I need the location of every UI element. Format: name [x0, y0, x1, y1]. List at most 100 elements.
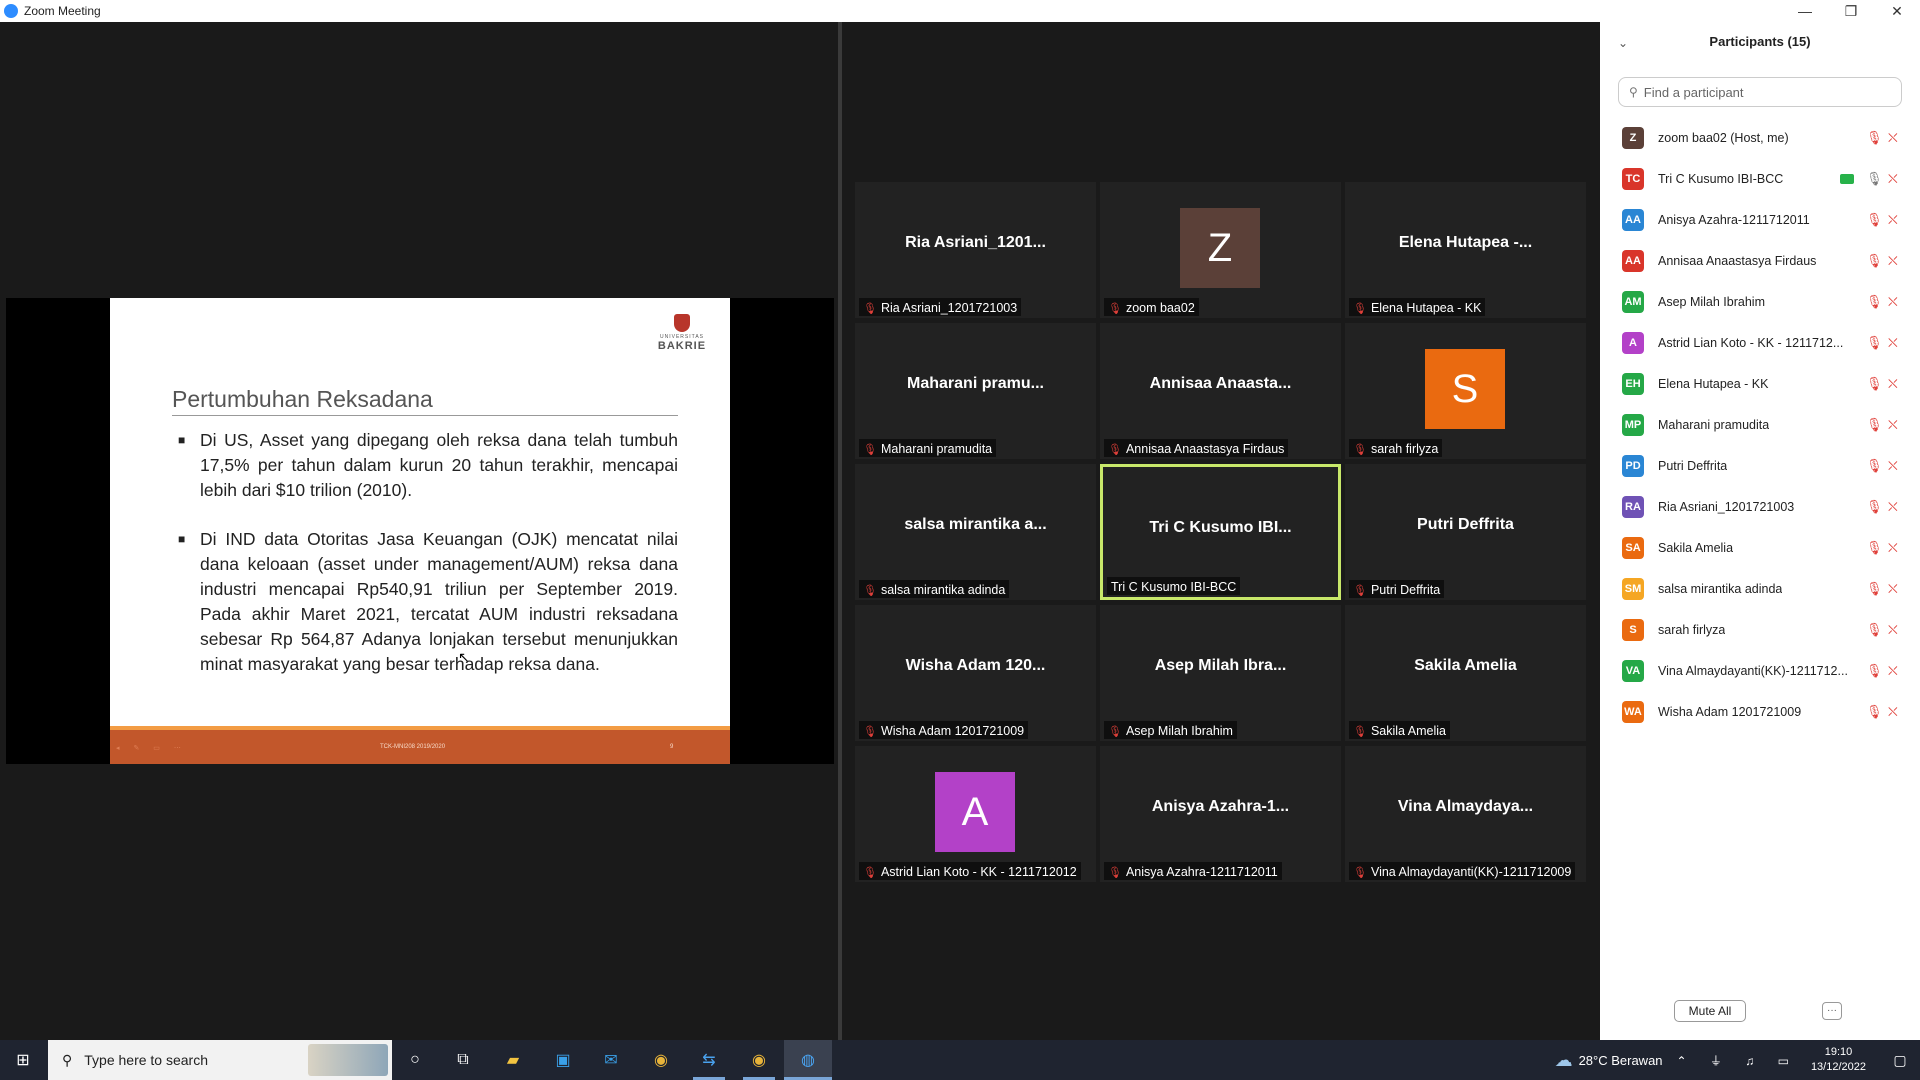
zoom-icon[interactable]: ◍ [794, 1046, 822, 1074]
video-tile[interactable]: Elena Hutapea -... 🎙 Elena Hutapea - KK [1345, 182, 1586, 318]
video-tile[interactable]: S 🎙 sarah firlyza [1345, 323, 1586, 459]
shared-slide-frame: UNIVERSITAS BAKRIE Pertumbuhan Reksadana… [6, 298, 834, 764]
mute-all-button[interactable]: Mute All [1674, 1000, 1746, 1022]
participant-row[interactable]: SA Sakila Amelia 🎙 ⛌ [1600, 527, 1920, 568]
avatar: VA [1622, 659, 1644, 682]
video-tile[interactable]: Anisya Azahra-1... 🎙 Anisya Azahra-1211712… [1100, 746, 1341, 882]
close-button[interactable]: ✕ [1874, 3, 1920, 20]
tile-name-label: 🎙 Vina Almaydayanti(KK)-1211712009 [1349, 862, 1576, 880]
participant-name: zoom baa02 (Host, me) [1658, 130, 1789, 145]
video-off-icon[interactable]: ⛌ [1888, 335, 1898, 351]
video-tile[interactable]: Annisaa Anaasta... 🎙 Annisaa Anaastasya Fi… [1100, 323, 1341, 459]
muted-mic-icon[interactable]: 🎙 [1866, 294, 1883, 310]
participant-row[interactable]: RA Ria Asriani_1201721003 🎙 ⛌ [1600, 486, 1920, 527]
video-tile[interactable]: Sakila Amelia 🎙 Sakila Amelia [1345, 605, 1586, 741]
tile-name-label: Tri C Kusumo IBI-BCC [1107, 577, 1241, 595]
video-tile[interactable]: Maharani pramu... 🎙 Maharani pramudita [855, 323, 1096, 459]
muted-mic-icon[interactable]: 🎙 [1866, 704, 1883, 720]
muted-mic-icon[interactable]: 🎙 [1866, 212, 1883, 228]
participant-row[interactable]: A Astrid Lian Koto - KK - 1211712... 🎙 ⛌ [1600, 322, 1920, 363]
tile-display-name: Putri Deffrita [1417, 516, 1514, 533]
file-explorer-icon[interactable]: ▰ [499, 1046, 527, 1074]
muted-mic-icon[interactable]: 🎙 [1866, 581, 1883, 597]
tile-name-label: 🎙 Maharani pramudita [859, 439, 997, 457]
muted-mic-icon[interactable]: 🎙 [1866, 458, 1883, 474]
avatar: AM [1622, 290, 1644, 313]
video-off-icon[interactable]: ⛌ [1888, 376, 1898, 392]
participant-row[interactable]: AA Anisya Azahra-1211712011 🎙 ⛌ [1600, 199, 1920, 240]
minimize-button[interactable]: — [1782, 3, 1828, 19]
muted-mic-icon[interactable]: 🎙 [1866, 130, 1883, 146]
video-tile[interactable]: A 🎙 Astrid Lian Koto - KK - 1211712012 [855, 746, 1096, 882]
participant-row[interactable]: Zzoom baa02 (Host, me) 🎙 ⛌ [1600, 117, 1920, 158]
avatar: EH [1622, 372, 1644, 395]
bullet-icon: ■ [178, 532, 186, 546]
cortana-icon[interactable]: ○ [401, 1046, 429, 1074]
video-off-icon[interactable]: ⛌ [1888, 499, 1898, 515]
participant-row[interactable]: MP Maharani pramudita 🎙 ⛌ [1600, 404, 1920, 445]
taskbar-search-box[interactable]: ⚲ Type here to search [48, 1040, 392, 1080]
participant-row[interactable]: SM salsa mirantika adinda 🎙 ⛌ [1600, 568, 1920, 609]
participant-row[interactable]: PD Putri Deffrita 🎙 ⛌ [1600, 445, 1920, 486]
mic-icon[interactable]: 🎙 [1866, 171, 1883, 187]
restore-button[interactable]: ❐ [1828, 3, 1874, 20]
video-off-icon[interactable]: ⛌ [1888, 294, 1898, 310]
chrome-profile-icon[interactable]: ◉ [745, 1046, 773, 1074]
participant-row[interactable]: EH Elena Hutapea - KK 🎙 ⛌ [1600, 363, 1920, 404]
participant-row[interactable]: WA Wisha Adam 1201721009 🎙 ⛌ [1600, 691, 1920, 732]
video-tile[interactable]: Wisha Adam 120... 🎙 Wisha Adam 1201721009 [855, 605, 1096, 741]
video-off-icon[interactable]: ⛌ [1888, 458, 1898, 474]
muted-mic-icon[interactable]: 🎙 [1866, 376, 1883, 392]
start-button[interactable]: ⊞ [0, 1040, 46, 1080]
muted-mic-icon[interactable]: 🎙 [1866, 253, 1883, 269]
more-options-button[interactable]: ··· [1822, 1002, 1842, 1020]
video-off-icon[interactable]: ⛌ [1888, 417, 1898, 433]
video-off-icon[interactable]: ⛌ [1888, 130, 1898, 146]
clock-date: 13/12/2022 [1810, 1061, 1866, 1073]
notification-icon[interactable]: ▢ [1880, 1052, 1920, 1069]
video-tile[interactable]: salsa mirantika a... 🎙 salsa mirantika adi… [855, 464, 1096, 600]
weather-widget[interactable]: ☁ 28°C Berawan [1555, 1050, 1663, 1071]
video-off-icon[interactable]: ⛌ [1888, 704, 1898, 720]
participant-row[interactable]: TC Tri C Kusumo IBI-BCC 🎙 ⛌ [1600, 158, 1920, 199]
teamviewer-icon[interactable]: ⇆ [695, 1046, 723, 1074]
participant-row[interactable]: AM Asep Milah Ibrahim 🎙 ⛌ [1600, 281, 1920, 322]
participant-name: Asep Milah Ibrahim [1658, 294, 1765, 309]
search-placeholder: Find a participant [1643, 84, 1744, 100]
participant-search-input[interactable]: ⚲ Find a participant [1618, 77, 1902, 107]
video-tile[interactable]: Tri C Kusumo IBI... Tri C Kusumo IBI-BCC [1100, 464, 1341, 600]
muted-mic-icon[interactable]: 🎙 [1866, 499, 1883, 515]
video-tile[interactable]: Z 🎙 zoom baa02 [1100, 182, 1341, 318]
taskbar-search-placeholder: Type here to search [84, 1052, 209, 1068]
muted-mic-icon: 🎙 [1108, 866, 1122, 879]
video-tile[interactable]: Vina Almaydaya... 🎙 Vina Almaydayanti(KK)-… [1345, 746, 1586, 882]
muted-mic-icon[interactable]: 🎙 [1866, 540, 1883, 556]
video-tile[interactable]: Asep Milah Ibra... 🎙 Asep Milah Ibrahim [1100, 605, 1341, 741]
task-view-icon[interactable]: ⧉ [449, 1046, 477, 1074]
clock[interactable]: 19:10 13/12/2022 [1811, 1045, 1866, 1075]
avatar: S [1425, 349, 1505, 429]
chrome-icon[interactable]: ◉ [647, 1046, 675, 1074]
video-off-icon[interactable]: ⛌ [1888, 253, 1898, 269]
video-gallery: Ria Asriani_1201... 🎙 Ria Asriani_12017210… [842, 22, 1600, 1040]
video-tile[interactable]: Ria Asriani_1201... 🎙 Ria Asriani_12017210… [855, 182, 1096, 318]
participant-row[interactable]: Ssarah firlyza 🎙 ⛌ [1600, 609, 1920, 650]
participant-row[interactable]: AA Annisaa Anaastasya Firdaus 🎙 ⛌ [1600, 240, 1920, 281]
video-off-icon[interactable]: ⛌ [1888, 622, 1898, 638]
muted-mic-icon[interactable]: 🎙 [1866, 622, 1883, 638]
muted-mic-icon[interactable]: 🎙 [1866, 335, 1883, 351]
participant-row[interactable]: VA Vina Almaydayanti(KK)-1211712... 🎙 ⛌ [1600, 650, 1920, 691]
video-tile[interactable]: Putri Deffrita 🎙 Putri Deffrita [1345, 464, 1586, 600]
participants-header: Participants (15) [1709, 34, 1811, 49]
video-off-icon[interactable]: ⛌ [1888, 663, 1898, 679]
video-off-icon[interactable]: ⛌ [1888, 581, 1898, 597]
video-off-icon[interactable]: ⛌ [1888, 540, 1898, 556]
mail-icon[interactable]: ✉ [597, 1046, 625, 1074]
muted-mic-icon[interactable]: 🎙 [1866, 417, 1883, 433]
tile-label-text: Sakila Amelia [1370, 724, 1447, 738]
video-off-icon[interactable]: ⛌ [1888, 212, 1898, 228]
video-off-icon[interactable]: ⛌ [1888, 171, 1898, 187]
tray-icons[interactable]: ⌃ ⏚ ♫ ▭ [1677, 1052, 1799, 1069]
store-icon[interactable]: ▣ [549, 1046, 577, 1074]
muted-mic-icon[interactable]: 🎙 [1866, 663, 1883, 679]
